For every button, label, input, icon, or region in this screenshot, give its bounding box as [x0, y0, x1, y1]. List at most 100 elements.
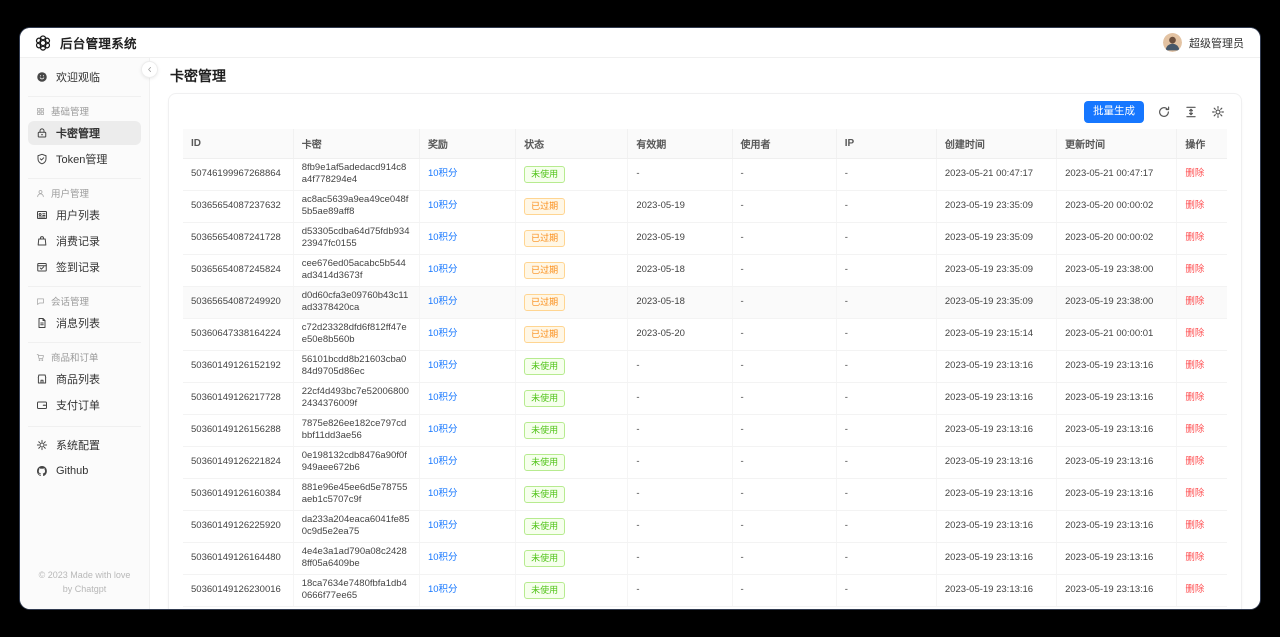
- settings-button[interactable]: [1211, 105, 1225, 119]
- reload-button[interactable]: [1157, 105, 1171, 119]
- card-key-value: d53305cdba64d75fdb93423947fc0155: [301, 225, 410, 250]
- lock-icon: [36, 127, 48, 139]
- cell-created: 2023-05-19 23:13:16: [936, 414, 1058, 447]
- card-key-value: 22cf4d493bc7e520068002434376009f: [301, 385, 409, 410]
- cell-expiry: -: [627, 542, 733, 575]
- reward-link[interactable]: 10积分: [428, 168, 458, 179]
- sidebar-label: 消费记录: [56, 236, 100, 248]
- reward-link[interactable]: 10积分: [428, 232, 458, 243]
- cell-status: 未使用: [515, 542, 629, 575]
- delete-link[interactable]: 删除: [1185, 296, 1204, 307]
- cell-ip: -: [836, 286, 937, 319]
- cell-action: 删除: [1176, 446, 1227, 479]
- cell-action: 删除: [1176, 542, 1227, 575]
- reward-link[interactable]: 10积分: [428, 200, 458, 211]
- cell-updated: 2023-05-21 00:47:17: [1056, 158, 1178, 191]
- delete-link[interactable]: 删除: [1185, 392, 1204, 403]
- cell-updated: 2023-05-19 23:38:00: [1056, 286, 1178, 319]
- cell-status: 未使用: [515, 158, 629, 191]
- idcard-icon: [36, 209, 48, 221]
- cell-id: 50360149126217728: [183, 382, 294, 415]
- sidebar-item-3[interactable]: Token管理: [28, 147, 141, 171]
- cell-card-key: 4e4e3a1ad790a08c24288ff05a6409be: [293, 542, 420, 575]
- card-key-value: 7875e826ee182ce797cdbbf11dd3ae56: [301, 417, 407, 442]
- cell-ip: -: [836, 478, 937, 511]
- cell-updated: 2023-05-19 23:13:16: [1056, 542, 1178, 575]
- delete-link[interactable]: 删除: [1185, 360, 1204, 371]
- column-height-button[interactable]: [1184, 105, 1198, 119]
- reward-link[interactable]: 10积分: [428, 392, 458, 403]
- delete-link[interactable]: 删除: [1185, 520, 1204, 531]
- sidebar-item-5[interactable]: 用户列表: [28, 203, 141, 227]
- cell-id: 50360149126156288: [183, 414, 294, 447]
- cell-updated: 2023-05-20 00:00:02: [1056, 190, 1178, 223]
- sidebar-label: 用户列表: [56, 210, 100, 222]
- reward-link[interactable]: 10积分: [428, 520, 458, 531]
- reward-link[interactable]: 10积分: [428, 424, 458, 435]
- user-menu[interactable]: 超级管理员: [1163, 33, 1244, 52]
- cell-ip: -: [836, 414, 937, 447]
- cell-expiry: 2023-05-19: [627, 222, 733, 255]
- cell-expiry: -: [627, 446, 733, 479]
- sidebar-item-9[interactable]: 消息列表: [28, 311, 141, 335]
- delete-link[interactable]: 删除: [1185, 264, 1204, 275]
- cell-expiry: 2023-05-18: [627, 254, 733, 287]
- cell-status: 未使用: [515, 382, 629, 415]
- toolbar-icons: [1157, 105, 1225, 119]
- column-header-9: 操作: [1176, 128, 1227, 159]
- cell-action: 删除: [1176, 478, 1227, 511]
- cell-created: 2023-05-19 23:35:09: [936, 286, 1058, 319]
- sidebar-label: Github: [56, 465, 89, 477]
- reward-link[interactable]: 10积分: [428, 264, 458, 275]
- table-row: 50746199967268864 8fb9e1af5adedacd914c8a4…: [183, 158, 1227, 191]
- sidebar-item-11[interactable]: 商品列表: [28, 367, 141, 391]
- cell-id: 50360149126164480: [183, 542, 294, 575]
- cell-updated: 2023-05-20 00:00:02: [1056, 222, 1178, 255]
- column-header-7: 创建时间: [936, 128, 1058, 159]
- sidebar-item-12[interactable]: 支付订单: [28, 393, 141, 417]
- sidebar-item-6[interactable]: 消费记录: [28, 229, 141, 253]
- delete-link[interactable]: 删除: [1185, 424, 1204, 435]
- gear-icon: [36, 439, 48, 451]
- batch-generate-button[interactable]: 批量生成: [1084, 101, 1144, 123]
- delete-link[interactable]: 删除: [1185, 456, 1204, 467]
- sidebar-menu: 欢迎观临 基础管理 卡密管理 Token管理 用户管理 用户列表 消费记录 签到记录 会话管理消…: [28, 65, 141, 485]
- sidebar-item-14[interactable]: 系统配置: [28, 433, 141, 457]
- reward-link[interactable]: 10积分: [428, 296, 458, 307]
- sidebar-item-2[interactable]: 卡密管理: [28, 121, 141, 145]
- delete-link[interactable]: 删除: [1185, 552, 1204, 563]
- reward-link[interactable]: 10积分: [428, 488, 458, 499]
- reward-link[interactable]: 10积分: [428, 456, 458, 467]
- settings-icon: [1211, 105, 1225, 119]
- delete-link[interactable]: 删除: [1185, 584, 1204, 595]
- cell-action: 删除: [1176, 222, 1227, 255]
- cell-action: 删除: [1176, 350, 1227, 383]
- card-key-value: 56101bcdd8b21603cba084d9705d86ec: [301, 353, 407, 378]
- cell-action: 删除: [1176, 158, 1227, 191]
- sidebar-item-7[interactable]: 签到记录: [28, 255, 141, 279]
- reward-link[interactable]: 10积分: [428, 328, 458, 339]
- bag-icon: [36, 235, 48, 247]
- delete-link[interactable]: 删除: [1185, 168, 1204, 179]
- reward-link[interactable]: 10积分: [428, 584, 458, 595]
- reward-link[interactable]: 10积分: [428, 552, 458, 563]
- card-key-value: 881e96e45ee6d5e78755aeb1c5707c9f: [301, 481, 408, 506]
- cell-created: 2023-05-19 23:13:16: [936, 510, 1058, 543]
- sidebar-item-15[interactable]: Github: [28, 459, 141, 483]
- delete-link[interactable]: 删除: [1185, 328, 1204, 339]
- cell-action: 删除: [1176, 286, 1227, 319]
- sidebar-item-0[interactable]: 欢迎观临: [28, 65, 141, 89]
- cell-id: 50365654087245824: [183, 254, 294, 287]
- cell-action: 删除: [1176, 414, 1227, 447]
- cell-status: 已过期: [515, 254, 629, 287]
- checkin-icon: [36, 261, 48, 273]
- delete-link[interactable]: 删除: [1185, 488, 1204, 499]
- cell-reward: 10积分: [419, 158, 517, 191]
- delete-link[interactable]: 删除: [1185, 232, 1204, 243]
- sidebar-collapse-button[interactable]: [141, 61, 158, 78]
- reward-link[interactable]: 10积分: [428, 360, 458, 371]
- delete-link[interactable]: 删除: [1185, 200, 1204, 211]
- table-row: 50360149126230016 18ca7634e7480fbfa1db406…: [183, 574, 1227, 607]
- cell-reward: 10积分: [419, 190, 517, 223]
- cell-created: 2023-05-19 23:13:16: [936, 350, 1058, 383]
